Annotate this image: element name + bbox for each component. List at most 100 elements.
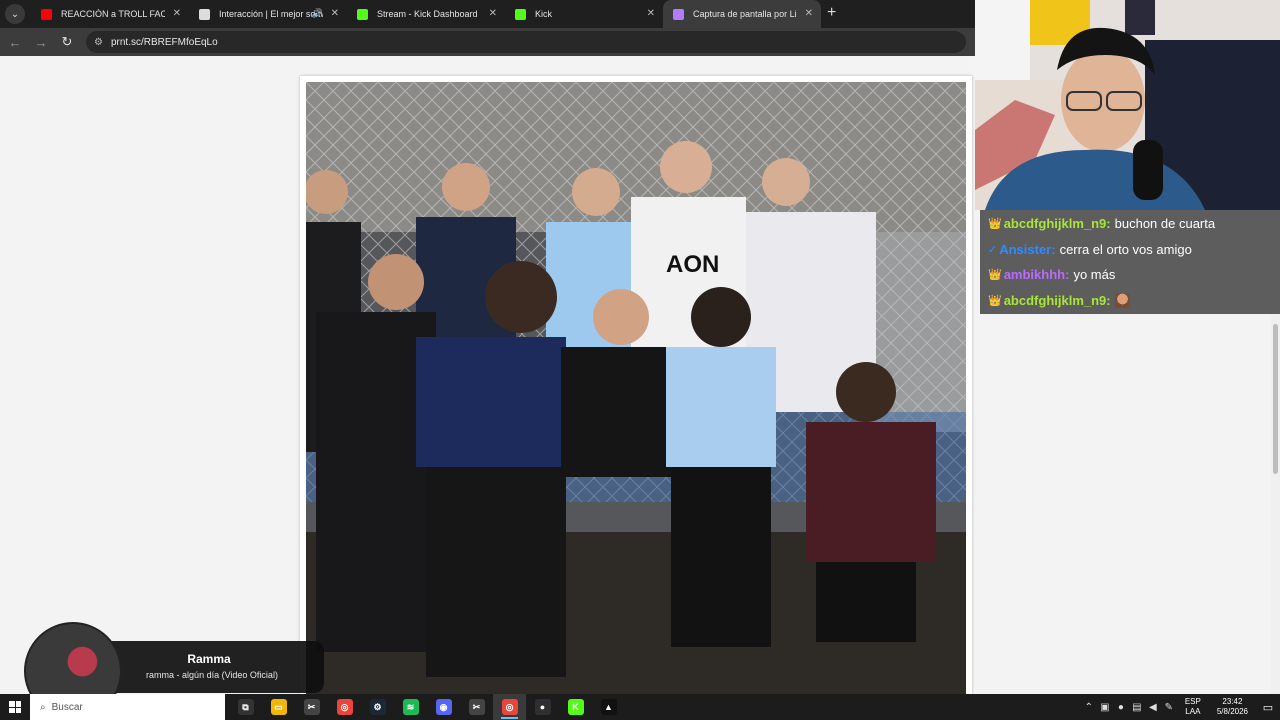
- pen-icon[interactable]: ✎: [1161, 702, 1177, 713]
- scrollbar-thumb[interactable]: [1273, 324, 1278, 474]
- arrow-right-icon: →: [34, 34, 48, 50]
- close-tab-icon[interactable]: ✕: [173, 8, 181, 19]
- face-emote-icon: [1114, 292, 1130, 308]
- crown-badge-icon: 👑: [988, 269, 1002, 282]
- app-tray-icon[interactable]: ▣: [1097, 702, 1113, 713]
- svg-text:AON: AON: [666, 251, 719, 278]
- taskbar-app-11[interactable]: ▲: [592, 694, 625, 720]
- chevron-up-icon[interactable]: ⌃: [1081, 702, 1097, 713]
- taskbar-app-0[interactable]: ⧉: [229, 694, 262, 720]
- youtube-icon: [41, 9, 52, 20]
- system-tray: ⌃ ▣ ● ▤ ◀ ✎ ESP LAA 23:42 5/8/2026 ▭: [1081, 694, 1280, 720]
- chat-username[interactable]: Ansister:: [999, 242, 1055, 257]
- kick-icon: [357, 9, 368, 20]
- microphone-icon[interactable]: ●: [1113, 702, 1129, 713]
- steam-icon: ⚙: [369, 699, 386, 715]
- task-view-icon: ⧉: [237, 699, 254, 715]
- chat-text: buchon de cuarta: [1114, 216, 1216, 232]
- taskbar-app-2[interactable]: ✂: [295, 694, 328, 720]
- game-icon: ▲: [600, 699, 617, 715]
- tab-label: REACCIÓN a TROLL FACE REMIX: [61, 9, 165, 19]
- notification-icon[interactable]: ▭: [1256, 701, 1280, 714]
- taskbar-app-1[interactable]: ▭: [262, 694, 295, 720]
- chat-overlay: 👑 abcdfghijklm_n9: buchon de cuarta ✓ Ansist…: [980, 210, 1280, 314]
- reload-button[interactable]: ↻: [56, 31, 78, 53]
- tab-label: Captura de pantalla por Lightshot: [693, 9, 797, 19]
- kick-icon: [515, 9, 526, 20]
- taskbar-app-9[interactable]: ●: [526, 694, 559, 720]
- taskbar-app-8[interactable]: ◎: [493, 694, 526, 720]
- speaker-icon[interactable]: 🔊: [312, 8, 323, 19]
- search-icon: ⌕: [40, 701, 46, 713]
- screenshot-frame: AON: [300, 76, 972, 694]
- chrome-icon-2: ◎: [501, 699, 518, 715]
- keyboard-layout: LAA: [1185, 707, 1201, 716]
- chat-message: 👑 abcdfghijklm_n9: buchon de cuarta: [988, 211, 1272, 237]
- language-indicator[interactable]: ESP LAA: [1185, 697, 1201, 717]
- address-bar[interactable]: ⚙ prnt.sc/RBREFMfoEqLo: [86, 31, 966, 53]
- taskbar-clock[interactable]: 23:42 5/8/2026: [1217, 697, 1248, 717]
- browser-tab-1[interactable]: Interacción | El mejor software🔊 ✕: [189, 0, 347, 28]
- chat-message: 👑 ambikhhh: yo más: [988, 262, 1272, 288]
- taskbar-app-5[interactable]: ≋: [394, 694, 427, 720]
- search-placeholder: Buscar: [51, 701, 83, 713]
- network-icon[interactable]: ▤: [1129, 702, 1145, 713]
- group-photo[interactable]: AON: [306, 82, 966, 694]
- windows-logo-icon: [9, 701, 21, 713]
- tab-label: Interacción | El mejor software: [219, 9, 323, 19]
- taskbar-app-10[interactable]: K: [559, 694, 592, 720]
- language-code: ESP: [1184, 697, 1201, 706]
- verified-badge-icon: ✓: [988, 243, 998, 256]
- browser-toolbar: ← → ↻ ⚙ prnt.sc/RBREFMfoEqLo: [0, 28, 975, 56]
- chat-text: cerra el orto vos amigo: [1059, 241, 1192, 257]
- volume-icon[interactable]: ◀: [1145, 702, 1161, 713]
- forward-button[interactable]: →: [30, 31, 52, 53]
- crown-badge-icon: 👑: [988, 294, 1002, 307]
- browser-tab-0[interactable]: REACCIÓN a TROLL FACE REMIX ✕: [31, 0, 189, 28]
- browser-tab-3[interactable]: Kick ✕: [505, 0, 663, 28]
- chat-text: yo más: [1073, 267, 1116, 283]
- tab-search-icon[interactable]: ⌄: [5, 4, 25, 24]
- start-button[interactable]: [0, 694, 30, 720]
- obs-icon: ●: [534, 699, 551, 715]
- now-playing-track: ramma - algún día (Video Oficial): [146, 670, 278, 680]
- browser-tab-4[interactable]: Captura de pantalla por Lightshot ✕: [663, 0, 821, 28]
- address-url: prnt.sc/RBREFMfoEqLo: [110, 36, 218, 48]
- capcut-icon-2: ✂: [468, 699, 485, 715]
- browser-tab-2[interactable]: Stream - Kick Dashboard ✕: [347, 0, 505, 28]
- back-button[interactable]: ←: [4, 31, 26, 53]
- chat-username[interactable]: abcdfghijklm_n9:: [1004, 293, 1111, 308]
- spotify-icon: ≋: [402, 699, 419, 715]
- kick-icon: K: [567, 699, 584, 715]
- capcut-icon: ✂: [303, 699, 320, 715]
- tab-label: Kick: [535, 9, 553, 19]
- taskbar-app-3[interactable]: ◎: [328, 694, 361, 720]
- close-tab-icon[interactable]: ✕: [647, 8, 655, 19]
- chat-message: 👑 abcdfghijklm_n9:: [988, 288, 1272, 314]
- close-tab-icon[interactable]: ✕: [805, 8, 813, 19]
- tab-label: Stream - Kick Dashboard: [377, 9, 478, 19]
- taskbar-search-box[interactable]: ⌕ Buscar: [30, 694, 225, 720]
- clock-time: 23:42: [1222, 697, 1243, 706]
- lightshot-icon: [673, 9, 684, 20]
- site-info-icon[interactable]: ⚙: [94, 37, 103, 48]
- taskbar-app-7[interactable]: ✂: [460, 694, 493, 720]
- reload-icon: ↻: [61, 34, 73, 49]
- chat-username[interactable]: ambikhhh:: [1004, 267, 1070, 282]
- close-tab-icon[interactable]: ✕: [489, 8, 497, 19]
- chat-message: ✓ Ansister: cerra el orto vos amigo: [988, 237, 1272, 263]
- page-content: AON: [0, 56, 975, 694]
- page-scrollbar[interactable]: [1271, 314, 1280, 694]
- chat-username[interactable]: abcdfghijklm_n9:: [1004, 216, 1111, 231]
- windows-taskbar: ⌕ Buscar ⧉ ▭ ✂ ◎ ⚙ ≋ ◉ ✂ ◎ ● K ▲ ⌃ ▣ ● ▤ ◀ ✎ ESP LA…: [0, 694, 1280, 720]
- crown-badge-icon: 👑: [988, 218, 1002, 231]
- now-playing-artist: Ramma: [187, 652, 231, 666]
- taskbar-app-6[interactable]: ◉: [427, 694, 460, 720]
- webcam-overlay: [975, 0, 1280, 210]
- new-tab-button[interactable]: +: [827, 4, 836, 22]
- file-explorer-icon: ▭: [270, 699, 287, 715]
- close-tab-icon[interactable]: ✕: [331, 8, 339, 19]
- taskbar-app-4[interactable]: ⚙: [361, 694, 394, 720]
- group-photo-illustration: AON: [306, 82, 966, 694]
- arrow-left-icon: ←: [8, 34, 22, 50]
